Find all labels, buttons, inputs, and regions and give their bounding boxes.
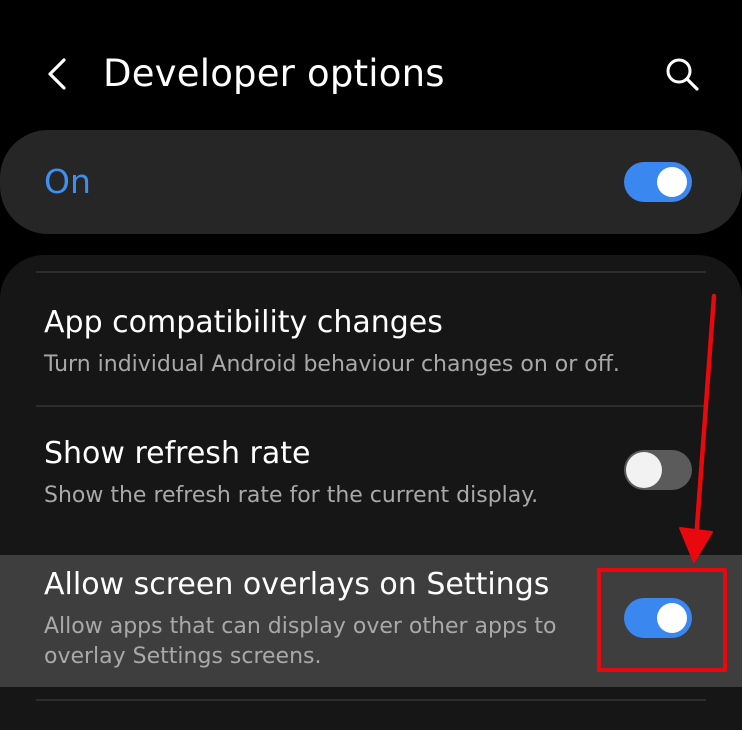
toggle-knob: [657, 167, 687, 197]
list-item-show-refresh-rate[interactable]: Show refresh rate Show the refresh rate …: [0, 407, 742, 555]
item-subtitle: Turn individual Android behaviour change…: [44, 352, 620, 377]
item-subtitle: Allow apps that can display over other a…: [44, 614, 557, 669]
toggle-knob: [626, 452, 662, 488]
highlight-box-annotation: [597, 568, 727, 672]
page-title: Developer options: [103, 52, 445, 95]
item-subtitle: Show the refresh rate for the current di…: [44, 483, 539, 508]
list-item-app-compatibility[interactable]: App compatibility changes Turn individua…: [0, 275, 742, 405]
item-title: Allow screen overlays on Settings: [44, 567, 550, 602]
master-switch-bar[interactable]: On: [0, 130, 742, 234]
back-button[interactable]: [38, 50, 78, 98]
master-switch-label: On: [44, 162, 91, 201]
item-title: Show refresh rate: [44, 436, 311, 471]
search-icon: [666, 58, 699, 91]
divider: [36, 699, 706, 701]
chevron-left-icon: [48, 58, 66, 90]
developer-options-toggle[interactable]: [624, 162, 692, 202]
divider: [36, 271, 706, 273]
item-title: App compatibility changes: [44, 305, 443, 340]
search-button[interactable]: [660, 52, 704, 96]
show-refresh-rate-toggle[interactable]: [624, 450, 692, 490]
app-header: Developer options: [0, 0, 742, 130]
